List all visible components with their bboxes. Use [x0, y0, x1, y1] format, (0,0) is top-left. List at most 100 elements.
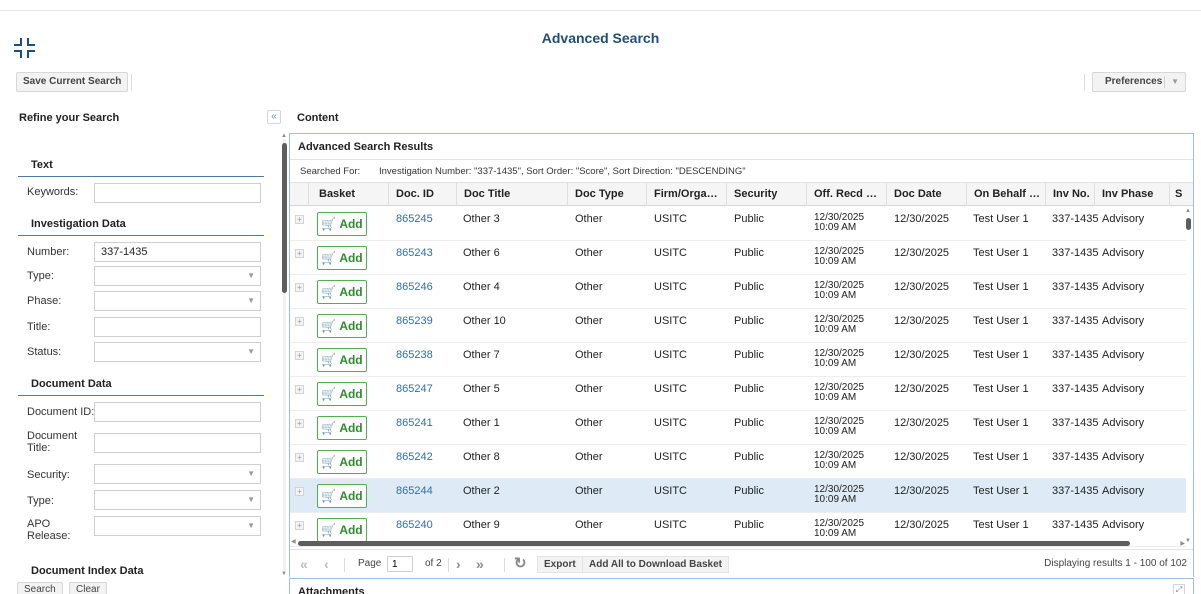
- expand-row-icon[interactable]: +: [295, 419, 304, 428]
- left-panel-scrollbar[interactable]: ▲ ▼: [281, 133, 288, 577]
- cart-icon: 🛒: [321, 523, 337, 537]
- column-header-off-recd[interactable]: Off. Recd …: [806, 183, 886, 206]
- previous-page-icon[interactable]: ‹: [324, 557, 329, 571]
- search-button[interactable]: Search: [17, 582, 63, 594]
- first-page-icon[interactable]: «: [300, 557, 308, 571]
- cell-doc-id[interactable]: 865240: [396, 519, 433, 531]
- add-to-basket-button[interactable]: 🛒 Add: [317, 314, 367, 338]
- column-header-doc-date[interactable]: Doc Date: [886, 183, 967, 206]
- preferences-button[interactable]: Preferences ▼: [1092, 72, 1186, 92]
- cell-firm: USITC: [654, 213, 687, 225]
- scroll-up-icon[interactable]: ▲: [1185, 208, 1191, 214]
- doc-type-label: Type:: [27, 495, 54, 507]
- toolbar-divider: [131, 74, 132, 91]
- document-id-input[interactable]: [94, 402, 261, 422]
- cell-doc-id[interactable]: 865244: [396, 485, 433, 497]
- add-to-basket-button[interactable]: 🛒 Add: [317, 450, 367, 474]
- cell-doc-id[interactable]: 865247: [396, 383, 433, 395]
- grid-vertical-scrollbar[interactable]: ▲ ▼: [1184, 206, 1193, 544]
- scroll-thumb[interactable]: [282, 143, 287, 293]
- investigation-type-select[interactable]: ▼: [94, 266, 261, 286]
- collapse-panel-icon[interactable]: «: [267, 110, 281, 124]
- page-number-input[interactable]: [387, 556, 413, 572]
- keywords-input[interactable]: [94, 183, 261, 203]
- expand-row-icon[interactable]: +: [295, 283, 304, 292]
- cell-doc-title: Other 6: [463, 247, 500, 259]
- cell-doc-id[interactable]: 865243: [396, 247, 433, 259]
- next-page-icon[interactable]: ›: [456, 557, 461, 571]
- table-row[interactable]: + 🛒 Add 865239 Other 10 Other USITC Public 12/30…: [290, 309, 1186, 343]
- column-header-on-behalf[interactable]: On Behalf …: [966, 183, 1046, 206]
- chevron-down-icon: ▼: [247, 521, 255, 530]
- cell-doc-type: Other: [575, 417, 603, 429]
- expand-row-icon[interactable]: +: [295, 351, 304, 360]
- column-header-inv-no[interactable]: Inv No.: [1045, 183, 1095, 206]
- table-row[interactable]: + 🛒 Add 865243 Other 6 Other USITC Public 12/30/…: [290, 241, 1186, 275]
- table-row[interactable]: + 🛒 Add 865246 Other 4 Other USITC Public 12/30/…: [290, 275, 1186, 309]
- grid-horizontal-scrollbar[interactable]: ◀ ▶: [290, 539, 1193, 548]
- table-row[interactable]: + 🛒 Add 865241 Other 1 Other USITC Public 12/30/…: [290, 411, 1186, 445]
- document-type-select[interactable]: ▼: [94, 490, 261, 510]
- cell-firm: USITC: [654, 519, 687, 531]
- column-header-doc-title[interactable]: Doc Title: [456, 183, 567, 206]
- table-row[interactable]: + 🛒 Add 865247 Other 5 Other USITC Public 12/30/…: [290, 377, 1186, 411]
- table-row[interactable]: + 🛒 Add 865242 Other 8 Other USITC Public 12/30/…: [290, 445, 1186, 479]
- table-row[interactable]: + 🛒 Add 865245 Other 3 Other USITC Public 12/30/…: [290, 207, 1186, 241]
- add-to-basket-button[interactable]: 🛒 Add: [317, 382, 367, 406]
- document-title-input[interactable]: [94, 433, 261, 453]
- expand-row-icon[interactable]: +: [295, 521, 304, 530]
- cell-doc-title: Other 3: [463, 213, 500, 225]
- table-row[interactable]: + 🛒 Add 865238 Other 7 Other USITC Public 12/30/…: [290, 343, 1186, 377]
- scroll-down-icon[interactable]: ▼: [281, 571, 287, 577]
- column-header-doc-id[interactable]: Doc. ID: [388, 183, 456, 206]
- recd-time: 10:09 AM: [814, 324, 857, 335]
- table-row[interactable]: + 🛒 Add 865244 Other 2 Other USITC Public 12/30/…: [290, 479, 1186, 513]
- expand-row-icon[interactable]: +: [295, 249, 304, 258]
- column-header-security[interactable]: Security: [726, 183, 807, 206]
- add-to-basket-button[interactable]: 🛒 Add: [317, 416, 367, 440]
- scroll-thumb[interactable]: [298, 541, 1130, 546]
- expand-row-icon[interactable]: +: [295, 385, 304, 394]
- apo-release-select[interactable]: ▼: [94, 516, 261, 536]
- add-all-download-button[interactable]: Add All to Download Basket: [582, 556, 729, 573]
- expand-row-icon[interactable]: +: [295, 453, 304, 462]
- status-select[interactable]: ▼: [94, 342, 261, 362]
- cell-doc-id[interactable]: 865239: [396, 315, 433, 327]
- cell-doc-type: Other: [575, 383, 603, 395]
- cell-doc-id[interactable]: 865241: [396, 417, 433, 429]
- cell-doc-id[interactable]: 865238: [396, 349, 433, 361]
- export-button[interactable]: Export: [537, 556, 583, 573]
- cell-doc-date: 12/30/2025: [894, 349, 950, 361]
- add-to-basket-button[interactable]: 🛒 Add: [317, 280, 367, 304]
- column-header-firm[interactable]: Firm/Orga…: [646, 183, 727, 206]
- add-to-basket-button[interactable]: 🛒 Add: [317, 348, 367, 372]
- add-to-basket-button[interactable]: 🛒 Add: [317, 212, 367, 236]
- column-header-s[interactable]: S: [1169, 183, 1186, 206]
- refresh-icon[interactable]: ↻: [514, 556, 527, 571]
- section-text: Text: [18, 155, 264, 177]
- expand-row-icon[interactable]: +: [295, 317, 304, 326]
- cell-doc-id[interactable]: 865246: [396, 281, 433, 293]
- title-input[interactable]: [94, 317, 261, 337]
- scroll-thumb[interactable]: [1186, 218, 1191, 230]
- scroll-right-icon[interactable]: ▶: [1180, 540, 1185, 547]
- cell-doc-id[interactable]: 865245: [396, 213, 433, 225]
- clear-button[interactable]: Clear: [69, 582, 107, 594]
- column-header-doc-type[interactable]: Doc Type: [567, 183, 647, 206]
- expand-panel-icon[interactable]: ⤢: [1173, 584, 1185, 594]
- expand-row-icon[interactable]: +: [295, 487, 304, 496]
- cell-doc-id[interactable]: 865242: [396, 451, 433, 463]
- document-title-label: Document Title:: [27, 430, 78, 454]
- add-to-basket-button[interactable]: 🛒 Add: [317, 484, 367, 508]
- last-page-icon[interactable]: »: [476, 557, 484, 571]
- column-header-basket[interactable]: Basket: [308, 183, 378, 206]
- expand-row-icon[interactable]: +: [295, 215, 304, 224]
- add-to-basket-button[interactable]: 🛒 Add: [317, 246, 367, 270]
- security-select[interactable]: ▼: [94, 464, 261, 484]
- save-search-button[interactable]: Save Current Search: [16, 72, 129, 92]
- attachments-panel[interactable]: Attachments ⤢: [289, 578, 1194, 594]
- column-header-inv-phase[interactable]: Inv Phase: [1094, 183, 1169, 206]
- phase-select[interactable]: ▼: [94, 291, 261, 311]
- scroll-left-icon[interactable]: ◀: [291, 538, 296, 545]
- number-input[interactable]: [94, 242, 261, 262]
